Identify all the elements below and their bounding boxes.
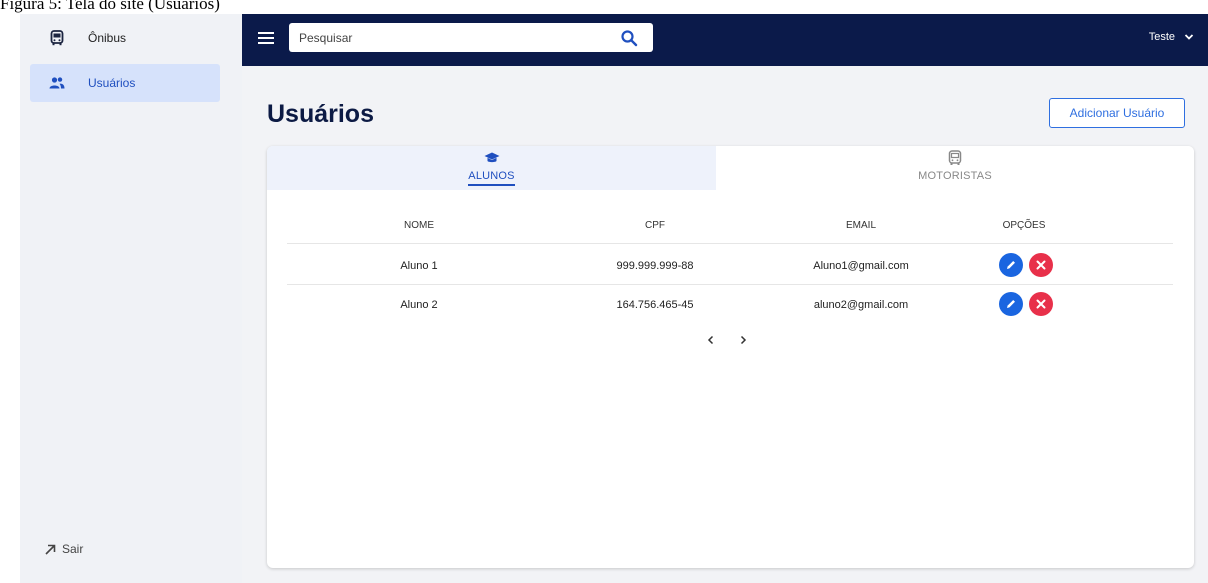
column-header-email: EMAIL [845, 220, 877, 231]
pagination [704, 333, 750, 347]
delete-button[interactable] [1029, 253, 1053, 277]
column-header-opcoes: OPÇÕES [1002, 220, 1046, 231]
tab-motoristas[interactable]: MOTORISTAS [716, 146, 1194, 190]
close-icon [1036, 260, 1046, 270]
tab-alunos[interactable]: ALUNOS [267, 146, 716, 190]
close-icon [1036, 299, 1046, 309]
sidebar-item-onibus[interactable]: Ônibus [30, 19, 220, 57]
sidebar-item-label: Ônibus [88, 31, 127, 45]
sidebar: Ônibus Usuários Sair [20, 14, 242, 583]
sidebar-item-label: Usuários [88, 76, 136, 90]
pencil-icon [1007, 300, 1015, 308]
search-icon[interactable] [620, 29, 638, 47]
user-name: Teste [1148, 31, 1175, 43]
table-row: Aluno 2 164.756.465-45 aluno2@gmail.com [287, 286, 1173, 324]
edit-button[interactable] [999, 253, 1023, 277]
menu-icon[interactable] [258, 31, 274, 45]
chevron-down-icon [1184, 34, 1194, 40]
main-area: Teste Usuários Adicionar Usuário ALUNOS … [242, 14, 1208, 583]
chevron-left-icon [707, 335, 714, 345]
logout-label: Sair [62, 542, 84, 556]
cell-email: aluno2@gmail.com [813, 299, 909, 311]
cell-nome: Aluno 2 [400, 299, 438, 311]
bus-icon [947, 150, 963, 166]
row-options [999, 292, 1053, 316]
column-header-nome: NOME [404, 220, 434, 231]
users-icon [46, 72, 68, 94]
sidebar-item-usuarios[interactable]: Usuários [30, 64, 220, 102]
arrow-up-right-icon [44, 542, 58, 556]
user-menu[interactable]: Teste [1149, 31, 1194, 43]
cell-cpf: 999.999.999-88 [616, 260, 694, 272]
top-bar: Teste [242, 14, 1208, 66]
add-user-button[interactable]: Adicionar Usuário [1049, 98, 1185, 128]
graduation-cap-icon [484, 150, 500, 166]
users-card: ALUNOS MOTORISTAS NOME CPF EMAIL OPÇÕES … [267, 146, 1194, 568]
tab-label: ALUNOS [468, 170, 515, 186]
delete-button[interactable] [1029, 292, 1053, 316]
search-input[interactable] [289, 23, 653, 52]
edit-button[interactable] [999, 292, 1023, 316]
column-header-cpf: CPF [645, 220, 665, 231]
next-page-button[interactable] [736, 333, 750, 347]
cell-nome: Aluno 1 [400, 260, 438, 272]
pencil-icon [1007, 261, 1015, 269]
bus-icon [46, 27, 68, 49]
cell-email: Aluno1@gmail.com [813, 260, 909, 272]
table-header: NOME CPF EMAIL OPÇÕES [287, 218, 1173, 244]
row-options [999, 253, 1053, 277]
page-title: Usuários [267, 100, 374, 128]
figure-caption: Figura 5: Tela do site (Usuários) [0, 0, 220, 13]
prev-page-button[interactable] [704, 333, 718, 347]
cell-cpf: 164.756.465-45 [616, 299, 694, 311]
table-row: Aluno 1 999.999.999-88 Aluno1@gmail.com [287, 247, 1173, 285]
logout-link[interactable]: Sair [44, 542, 83, 556]
tab-label: MOTORISTAS [918, 170, 992, 182]
chevron-right-icon [740, 335, 747, 345]
